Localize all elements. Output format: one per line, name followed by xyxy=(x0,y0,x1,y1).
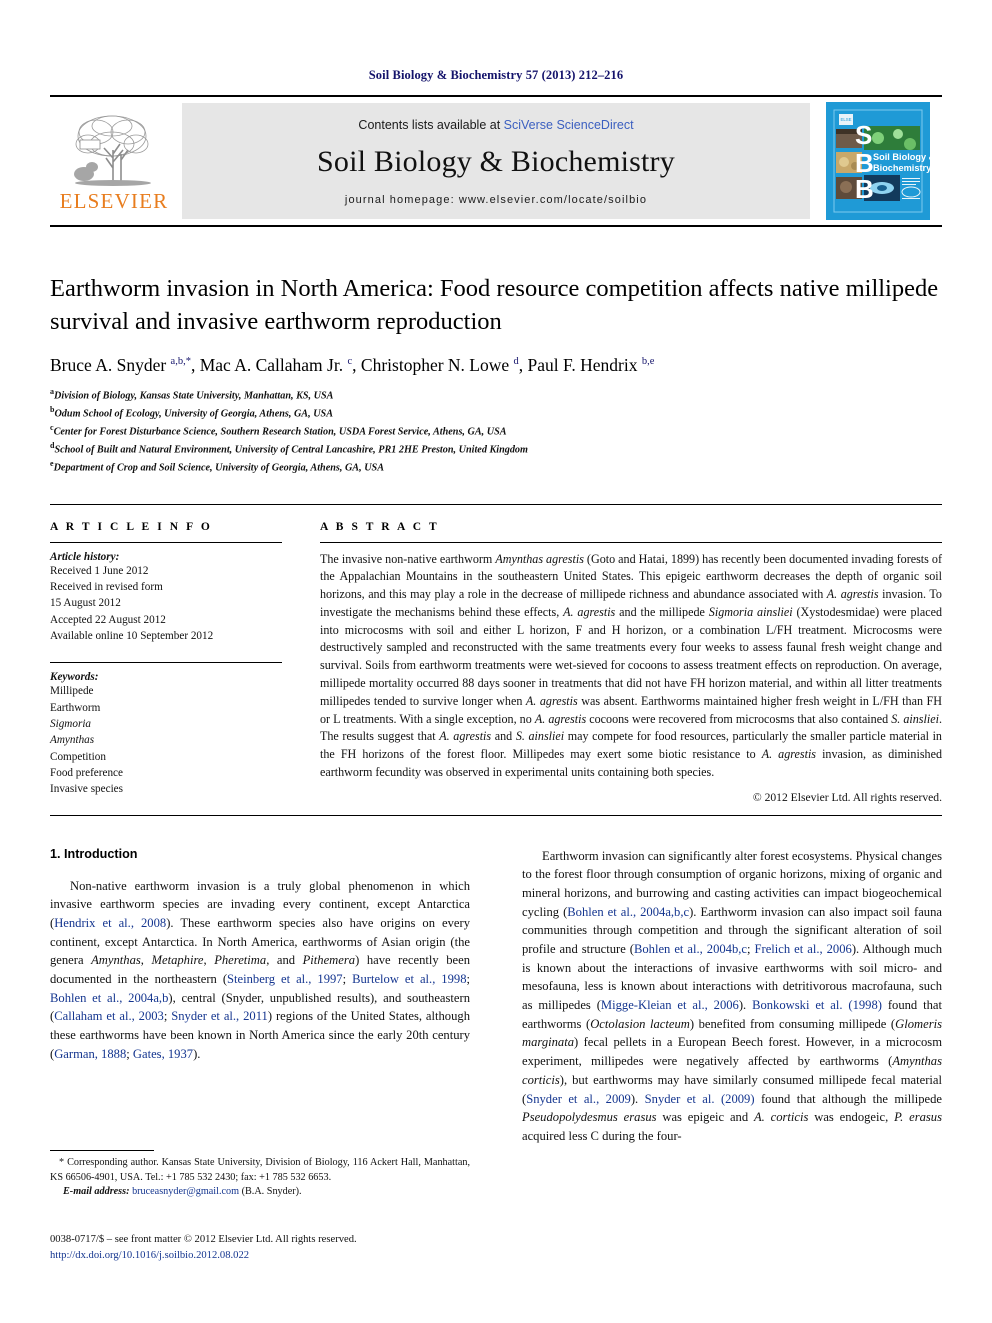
body-column-left: 1. Introduction Non-native earthworm inv… xyxy=(50,847,470,1146)
masthead-center: Contents lists available at SciVerse Sci… xyxy=(182,103,810,219)
keyword-item: Food preference xyxy=(50,767,123,780)
cover-artwork-icon: ELSE S B B Soil Biology & Biochemistry xyxy=(826,102,930,220)
email-label: E-mail address: xyxy=(63,1186,130,1198)
keyword-item: Competition xyxy=(50,750,106,763)
svg-text:Soil Biology &: Soil Biology & xyxy=(873,152,930,162)
email-link[interactable]: bruceasnyder@gmail.com xyxy=(132,1186,239,1197)
affiliation-item: dSchool of Built and Natural Environment… xyxy=(50,440,942,458)
history-item: Accepted 22 August 2012 xyxy=(50,613,166,626)
affiliation-text: Division of Biology, Kansas State Univer… xyxy=(54,390,334,402)
email-suffix: (B.A. Snyder). xyxy=(241,1186,302,1198)
elsevier-wordmark: ELSEVIER xyxy=(59,189,169,213)
article-info-column: A R T I C L E I N F O Article history: R… xyxy=(50,521,282,804)
journal-title: Soil Biology & Biochemistry xyxy=(317,145,675,178)
article-history-heading: Article history: xyxy=(50,550,120,563)
history-item: 15 August 2012 xyxy=(50,597,121,610)
sciencedirect-link[interactable]: SciVerse ScienceDirect xyxy=(504,118,634,132)
body-column-right: Earthworm invasion can significantly alt… xyxy=(522,847,942,1146)
abstract-text: The invasive non-native earthworm Amynth… xyxy=(320,551,942,779)
article-info-rule xyxy=(50,541,282,543)
svg-text:B: B xyxy=(855,174,874,204)
keyword-item: Millipede xyxy=(50,685,94,698)
article-title: Earthworm invasion in North America: Foo… xyxy=(50,275,939,335)
svg-text:S: S xyxy=(855,120,872,150)
info-top-rule xyxy=(50,503,942,505)
affiliation-text: Center for Forest Disturbance Science, S… xyxy=(53,426,507,438)
journal-masthead: ELSEVIER Contents lists available at Sci… xyxy=(50,95,942,227)
contents-prefix: Contents lists available at xyxy=(358,118,504,132)
affiliation-item: aDivision of Biology, Kansas State Unive… xyxy=(50,386,942,404)
abstract-rule xyxy=(320,541,942,543)
keyword-item: Earthworm xyxy=(50,701,101,714)
publisher-logo: ELSEVIER xyxy=(50,97,178,225)
affiliation-text: Odum School of Ecology, University of Ge… xyxy=(54,408,334,420)
cover-image: ELSE S B B Soil Biology & Biochemistry xyxy=(826,102,930,220)
keywords-rule xyxy=(50,662,282,664)
body-columns: 1. Introduction Non-native earthworm inv… xyxy=(50,847,942,1146)
svg-text:ELSE: ELSE xyxy=(841,117,852,122)
email-line: E-mail address: bruceasnyder@gmail.com (… xyxy=(50,1185,470,1200)
affiliation-item: bOdum School of Ecology, University of G… xyxy=(50,404,942,422)
affiliation-item: cCenter for Forest Disturbance Science, … xyxy=(50,422,942,440)
corresponding-author-text: * Corresponding author. Kansas State Uni… xyxy=(50,1157,470,1183)
keywords-heading: Keywords: xyxy=(50,671,99,684)
keyword-item: Amynthas xyxy=(50,734,95,747)
info-abstract-row: A R T I C L E I N F O Article history: R… xyxy=(50,521,942,804)
title-block: Earthworm invasion in North America: Foo… xyxy=(50,273,942,476)
imprint-block: 0038-0717/$ – see front matter © 2012 El… xyxy=(50,1232,480,1263)
article-page: Soil Biology & Biochemistry 57 (2013) 21… xyxy=(0,0,992,1323)
elsevier-tree-icon xyxy=(74,115,151,186)
history-item: Available online 10 September 2012 xyxy=(50,629,214,642)
doi-link[interactable]: http://dx.doi.org/10.1016/j.soilbio.2012… xyxy=(50,1248,480,1264)
journal-homepage-link[interactable]: journal homepage: www.elsevier.com/locat… xyxy=(345,194,647,206)
affiliation-item: eDepartment of Crop and Soil Science, Un… xyxy=(50,458,942,476)
affiliation-text: Department of Crop and Soil Science, Uni… xyxy=(53,462,385,474)
keyword-item: Invasive species xyxy=(50,783,124,796)
abstract-column: A B S T R A C T The invasive non-native … xyxy=(320,521,942,804)
svg-text:Biochemistry: Biochemistry xyxy=(873,163,930,173)
history-item: Received in revised form xyxy=(50,580,163,593)
affiliation-text: School of Built and Natural Environment,… xyxy=(54,444,528,456)
section-heading-introduction: 1. Introduction xyxy=(50,846,138,861)
abstract-copyright: © 2012 Elsevier Ltd. All rights reserved… xyxy=(752,790,942,804)
footnote-rule xyxy=(50,1150,154,1151)
author-list: Bruce A. Snyder a,b,*, Mac A. Callaham J… xyxy=(50,355,655,376)
affiliation-list: aDivision of Biology, Kansas State Unive… xyxy=(50,386,942,475)
corresponding-author-footnote: * Corresponding author. Kansas State Uni… xyxy=(50,1150,470,1200)
contents-available-line: Contents lists available at SciVerse Sci… xyxy=(358,118,633,132)
abstract-label: A B S T R A C T xyxy=(320,520,440,533)
article-info-label: A R T I C L E I N F O xyxy=(50,520,213,533)
history-item: Received 1 June 2012 xyxy=(50,564,149,577)
intro-paragraph-right: Earthworm invasion can significantly alt… xyxy=(522,848,943,1143)
keyword-item: Sigmoria xyxy=(50,718,92,731)
intro-paragraph-left: Non-native earthworm invasion is a truly… xyxy=(50,878,471,1061)
running-head: Soil Biology & Biochemistry 57 (2013) 21… xyxy=(368,68,624,82)
issn-front-matter: 0038-0717/$ – see front matter © 2012 El… xyxy=(50,1234,357,1245)
journal-cover-thumb: ELSE S B B Soil Biology & Biochemistry xyxy=(814,97,942,225)
abstract-bottom-rule xyxy=(50,814,942,816)
